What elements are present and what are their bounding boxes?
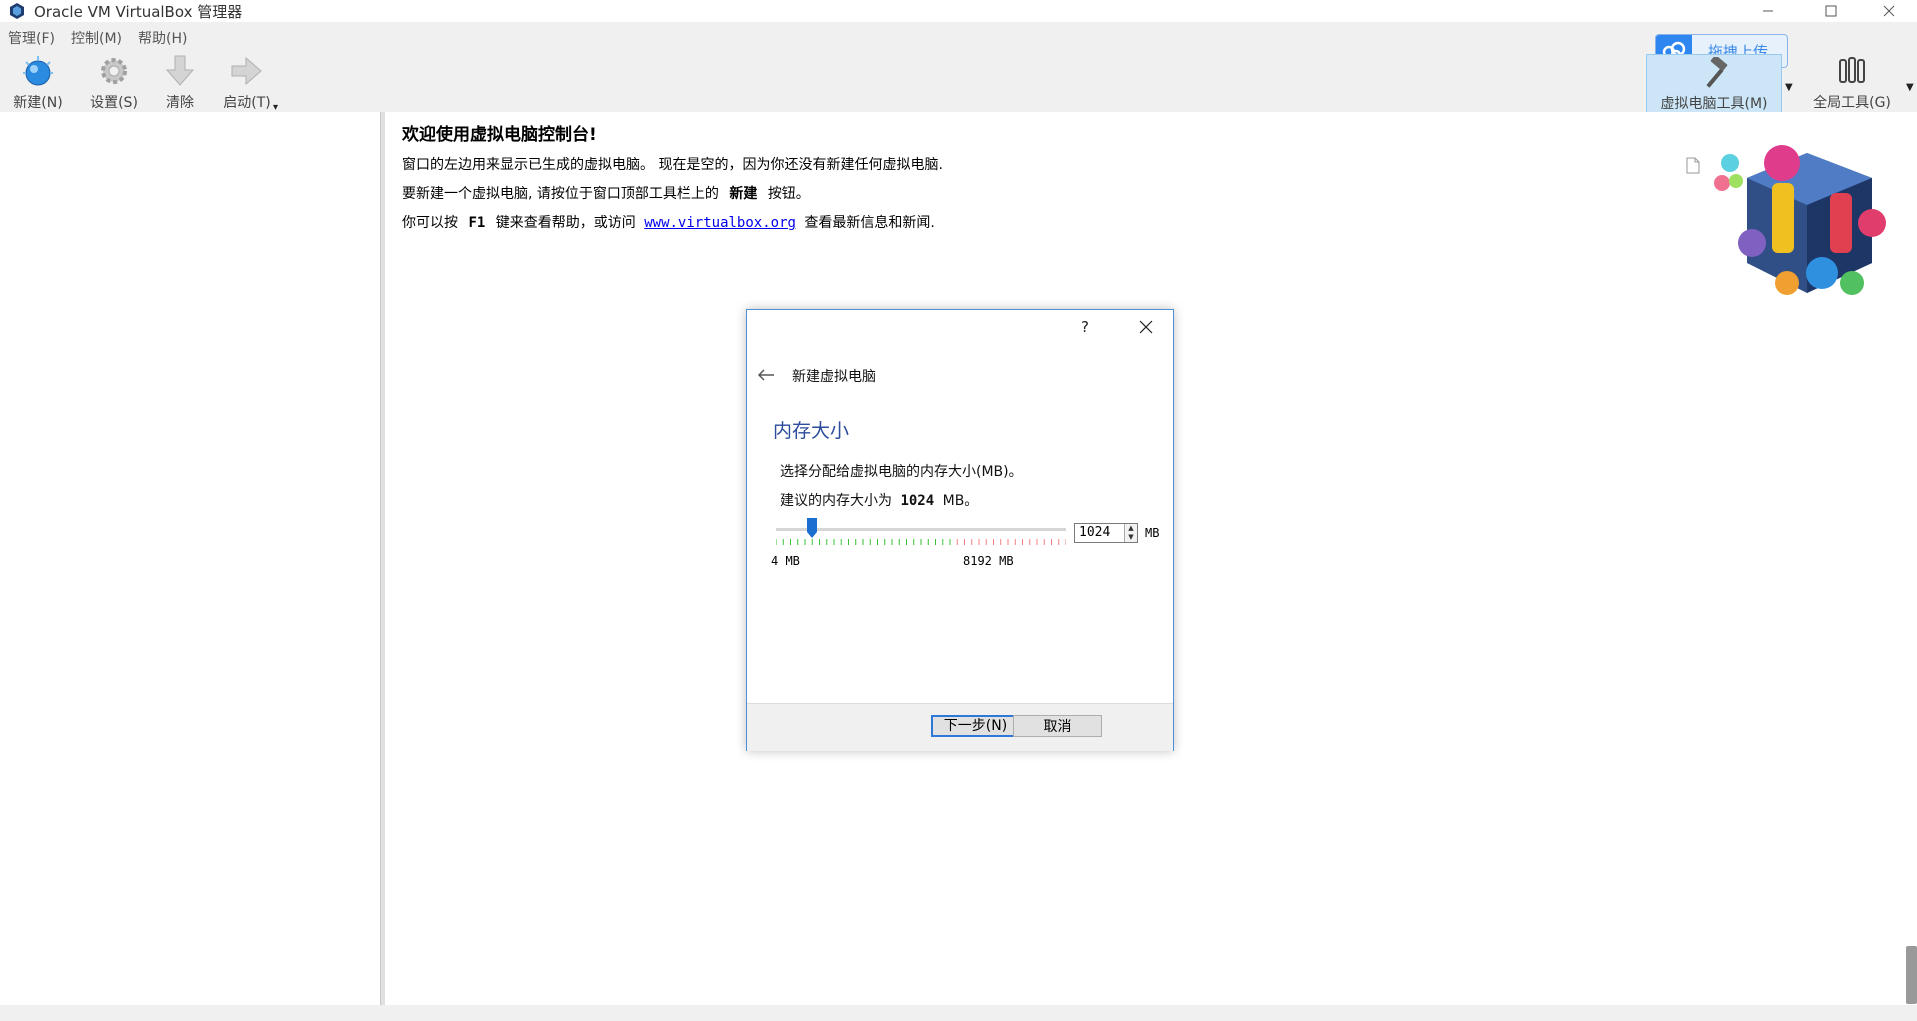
f1-key: F1: [468, 215, 486, 231]
welcome-title: 欢迎使用虚拟电脑控制台!: [402, 125, 597, 145]
corner-scroll-handle[interactable]: [1906, 946, 1917, 1004]
status-bar: [0, 1005, 1917, 1021]
new-keyword: 新建: [729, 186, 758, 202]
arrow-right-icon: [231, 56, 262, 86]
close-icon[interactable]: [1139, 320, 1153, 334]
memory-spinbox[interactable]: 1024 ▲ ▼: [1074, 523, 1138, 543]
global-tools-icon: [1839, 57, 1865, 83]
cancel-button[interactable]: 取消: [1013, 715, 1102, 737]
vm-tools-label: 虚拟电脑工具(M): [1660, 96, 1768, 112]
dialog-title: 新建虚拟电脑: [792, 369, 876, 385]
memory-unit-label: MB: [1145, 526, 1160, 540]
new-vm-button[interactable]: 新建(N): [8, 54, 68, 112]
menu-machine[interactable]: 控制(M): [71, 28, 122, 48]
close-icon: [1883, 5, 1895, 17]
min-memory-label: 4 MB: [771, 554, 800, 568]
memory-slider-handle[interactable]: [807, 518, 818, 538]
next-button[interactable]: 下一步(N): [931, 715, 1020, 737]
memory-slider-ticks: [776, 539, 1066, 545]
max-memory-label: 8192 MB: [963, 554, 1014, 568]
spin-down-icon[interactable]: ▼: [1124, 533, 1137, 542]
new-vm-label: 新建(N): [13, 95, 63, 111]
start-button[interactable]: 启动(T): [216, 54, 278, 112]
window-title: Oracle VM VirtualBox 管理器: [34, 3, 243, 21]
menu-bar: 管理(F) 控制(M) 帮助(H): [0, 28, 195, 48]
memory-description: 选择分配给虚拟电脑的内存大小(MB)。: [780, 464, 1023, 480]
vm-tools-button[interactable]: 虚拟电脑工具(M): [1646, 54, 1782, 114]
start-label: 启动(T): [223, 95, 271, 111]
settings-button[interactable]: 设置(S): [86, 54, 142, 112]
arrow-down-icon: [165, 55, 195, 86]
welcome-line-3: 你可以按 F1 键来查看帮助，或访问 www.virtualbox.org 查看…: [402, 215, 935, 231]
memory-slider-track[interactable]: [776, 528, 1066, 531]
virtualbox-link[interactable]: www.virtualbox.org: [644, 215, 796, 231]
discard-button[interactable]: 清除: [160, 54, 200, 112]
discard-label: 清除: [166, 95, 194, 111]
virtualbox-app-icon: [10, 3, 24, 19]
maximize-icon: [1825, 5, 1837, 17]
minimize-button[interactable]: [1745, 0, 1791, 22]
menu-file[interactable]: 管理(F): [8, 28, 55, 48]
global-tools-label: 全局工具(G): [1813, 95, 1891, 111]
gear-icon: [101, 58, 127, 84]
dialog-footer: 下一步(N) 取消: [747, 703, 1173, 751]
help-button[interactable]: ?: [1081, 318, 1089, 336]
global-tools-button[interactable]: 全局工具(G): [1806, 54, 1898, 112]
maximize-button[interactable]: [1808, 0, 1854, 22]
global-tools-dropdown-icon[interactable]: ▼: [1906, 82, 1914, 93]
main-toolbar: 新建(N) 设置(S) 清除 启动(T) ▾ 虚拟电脑工具(M) ▼ 全局工具(…: [0, 54, 1917, 114]
settings-label: 设置(S): [90, 95, 138, 111]
vm-list-pane[interactable]: [0, 112, 380, 1005]
section-title: 内存大小: [773, 420, 850, 442]
recommended-memory-text: 建议的内存大小为 1024 MB。: [780, 493, 979, 509]
memory-value-input[interactable]: 1024: [1079, 525, 1110, 540]
recommended-value: 1024: [900, 493, 935, 509]
back-arrow-icon[interactable]: [757, 368, 775, 382]
welcome-line-2: 要新建一个虚拟电脑, 请按位于窗口顶部工具栏上的 新建 按钮。: [402, 186, 810, 202]
minimize-icon: [1763, 10, 1773, 12]
vm-tools-dropdown-icon[interactable]: ▼: [1785, 82, 1793, 93]
new-vm-dialog: ? 新建虚拟电脑 内存大小 选择分配给虚拟电脑的内存大小(MB)。 建议的内存大…: [746, 309, 1174, 751]
title-bar: Oracle VM VirtualBox 管理器: [0, 0, 1917, 22]
hammer-icon: [1706, 57, 1728, 88]
new-star-icon: [23, 56, 53, 86]
welcome-line-1: 窗口的左边用来显示已生成的虚拟电脑。 现在是空的，因为你还没有新建任何虚拟电脑.: [402, 157, 943, 173]
close-window-button[interactable]: [1866, 0, 1912, 22]
menu-help[interactable]: 帮助(H): [138, 28, 187, 48]
virtualbox-mascot-logo: [1714, 145, 1886, 295]
spin-up-icon[interactable]: ▲: [1124, 524, 1137, 533]
document-icon: [1686, 157, 1700, 174]
